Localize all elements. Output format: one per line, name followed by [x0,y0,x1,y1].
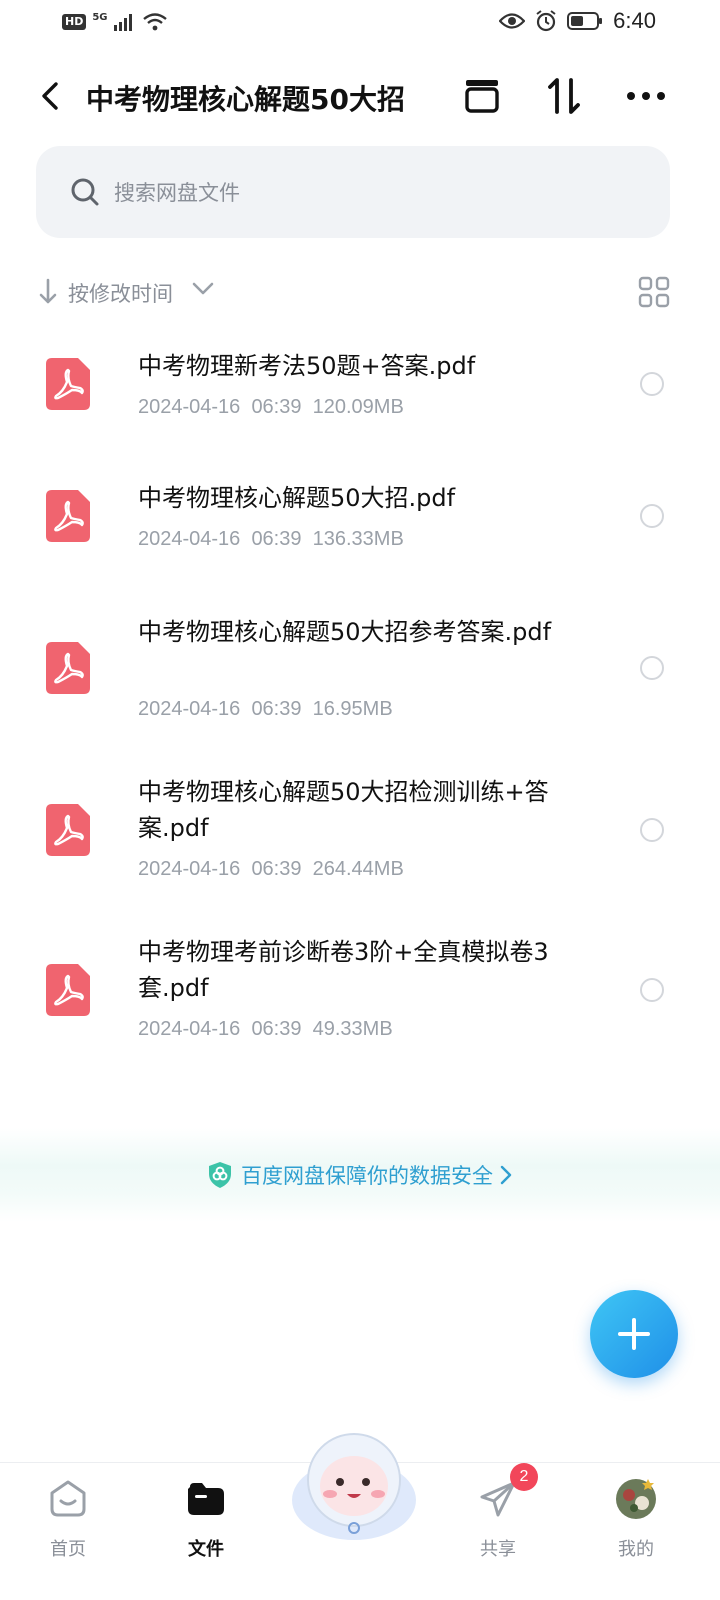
nav-files[interactable]: 文件 [146,1463,266,1583]
file-size: 264.44MB [312,858,404,880]
file-date: 2024-04-16 [138,858,241,880]
grid-view-icon [638,276,670,308]
archive-button[interactable] [460,74,504,118]
avatar [616,1479,656,1519]
select-radio[interactable] [640,818,664,842]
select-radio[interactable] [640,978,664,1002]
file-item[interactable]: 中考物理核心解题50大招检测训练+答案.pdf 2024-04-16 06:39… [0,758,720,898]
file-name: 中考物理核心解题50大招检测训练+答案.pdf [138,778,549,842]
status-bar-left: HD 5G [62,12,168,32]
share-badge: 2 [510,1463,538,1491]
file-date: 2024-04-16 [138,528,241,550]
file-meta: 2024-04-16 06:39 120.09MB [138,396,404,419]
file-meta: 2024-04-16 06:39 16.95MB [138,698,393,721]
folder-icon [188,1483,224,1515]
file-size: 16.95MB [312,698,393,720]
file-size: 49.33MB [312,1018,393,1040]
pdf-file-icon [46,964,90,1016]
search-icon [71,178,99,206]
file-date: 2024-04-16 [138,396,241,418]
file-name: 中考物理新考法50题+答案.pdf [138,352,476,380]
file-date: 2024-04-16 [138,698,241,720]
security-banner[interactable]: 百度网盘保障你的数据安全 [0,1128,720,1222]
add-button[interactable] [590,1290,678,1378]
pdf-file-icon [46,358,90,410]
archive-box-icon [465,80,499,113]
file-item[interactable]: 中考物理新考法50题+答案.pdf 2024-04-16 06:39 120.0… [0,330,720,440]
signal-icon [113,14,132,31]
nav-files-label: 文件 [188,1539,224,1560]
alarm-icon [536,10,556,32]
page-title: 中考物理核心解题50大招 [86,83,405,116]
file-name: 中考物理核心解题50大招.pdf [138,484,456,512]
select-radio[interactable] [640,372,664,396]
sort-row: 按修改时间 [38,272,672,314]
nav-share-label: 共享 [480,1539,516,1560]
nav-share[interactable]: 共享 [438,1463,558,1583]
sort-order-button[interactable] [542,74,586,118]
folder-icon-wrap [184,1477,228,1521]
sort-down-arrow-icon [39,278,57,304]
pdf-file-icon [46,804,90,856]
file-meta: 2024-04-16 06:39 264.44MB [138,858,404,881]
file-size: 136.33MB [312,528,404,550]
nav-home-label: 首页 [50,1539,86,1560]
home-icon-wrap [46,1477,90,1521]
select-radio[interactable] [640,656,664,680]
file-name: 中考物理考前诊断卷3阶+全真模拟卷3套.pdf [138,938,549,1002]
more-dots-icon [627,92,665,100]
file-item[interactable]: 中考物理核心解题50大招参考答案.pdf 2024-04-16 06:39 16… [0,596,720,736]
file-time: 06:39 [251,396,302,418]
wifi-icon [142,13,167,31]
file-time: 06:39 [251,858,302,880]
back-arrow-icon [42,82,58,110]
shield-icon [209,1162,231,1188]
file-name: 中考物理核心解题50大招参考答案.pdf [138,618,552,646]
grid-view-button[interactable] [638,276,672,310]
home-icon [50,1480,86,1517]
sort-dropdown[interactable]: 按修改时间 [38,272,218,314]
hd-indicator: HD [62,14,87,30]
file-item[interactable]: 中考物理考前诊断卷3阶+全真模拟卷3套.pdf 2024-04-16 06:39… [0,920,720,1060]
eye-icon [499,13,526,29]
search-placeholder: 搜索网盘文件 [114,181,240,205]
plus-icon [618,1318,650,1350]
nav-mine-label: 我的 [618,1539,654,1560]
nav-mine[interactable]: 我的 [576,1463,696,1583]
chevron-down-icon [192,282,214,295]
header: 中考物理核心解题50大招 [0,60,720,132]
file-time: 06:39 [251,698,302,720]
network-type: 5G [92,12,108,23]
file-time: 06:39 [251,1018,302,1040]
chevron-right-icon [500,1165,512,1185]
sort-swap-icon [548,78,580,114]
status-bar: HD 5G 6:40 [0,0,720,48]
clock: 6:40 [613,8,656,33]
pdf-file-icon [46,490,90,542]
pdf-file-icon [46,642,90,694]
file-item[interactable]: 中考物理核心解题50大招.pdf 2024-04-16 06:39 136.33… [0,462,720,572]
security-text: 百度网盘保障你的数据安全 [241,1164,493,1188]
search-input[interactable]: 搜索网盘文件 [36,146,670,238]
nav-home[interactable]: 首页 [8,1463,128,1583]
status-bar-right: 6:40 [499,8,656,34]
back-button[interactable] [30,76,70,116]
file-size: 120.09MB [312,396,404,418]
mascot-button[interactable] [284,1424,424,1544]
file-meta: 2024-04-16 06:39 136.33MB [138,528,404,551]
sort-label: 按修改时间 [68,282,173,306]
file-time: 06:39 [251,528,302,550]
file-meta: 2024-04-16 06:39 49.33MB [138,1018,393,1041]
select-radio[interactable] [640,504,664,528]
file-date: 2024-04-16 [138,1018,241,1040]
avatar-wrap [614,1477,658,1521]
battery-icon [567,12,603,30]
more-button[interactable] [624,74,668,118]
